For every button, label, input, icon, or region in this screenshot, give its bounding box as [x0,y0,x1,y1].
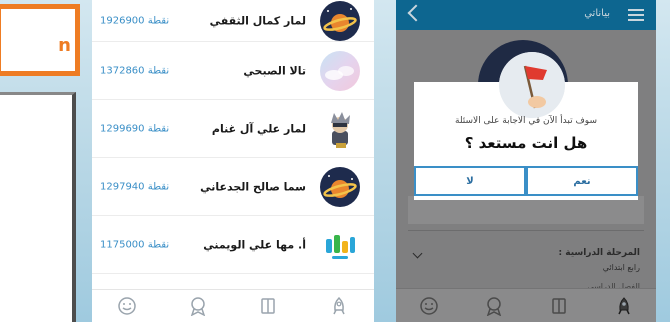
award-icon[interactable] [188,296,208,316]
player-score: نقطة 1175000 [100,239,170,250]
confirm-dialog: سوف تبدأ الآن في الاجابة على الاسئلة هل … [414,52,638,200]
leaderboard-row[interactable]: سما صالح الجدعاني نقطة 1297940 [92,158,374,216]
left-content-area [0,92,76,322]
dialog-question: هل انت مستعد ؟ [464,134,588,152]
player-score: نقطة 1297940 [100,181,170,192]
player-score: نقطة 1299690 [100,123,170,134]
no-button[interactable]: لا [414,166,526,196]
character-avatar [320,109,360,149]
grade-label: المرحلة الدراسية : [558,248,641,258]
bottom-nav [92,289,374,322]
menu-icon[interactable] [628,9,644,21]
leaderboard-screen: لمار كمال الثقفي نقطة 1926900 تالا الصبح… [92,0,374,322]
player-name: تالا الصبحي [243,64,306,77]
book-icon[interactable] [258,296,278,316]
planet-icon [320,166,360,207]
cloud-avatar [320,50,360,91]
player-score: نقطة 1372860 [100,65,170,76]
player-name: لمار كمال الثقفي [209,14,306,27]
player-name: أ. مها علي الويمني [203,238,306,251]
flag-icon [499,52,565,118]
info-card [408,196,644,224]
partial-label: n [58,35,71,56]
chevron-down-icon[interactable] [412,248,423,259]
orange-frame: n [0,4,80,76]
smile-icon[interactable] [419,296,439,316]
divider [408,230,644,231]
left-panel: n [0,0,92,322]
leaderboard-list: لمار كمال الثقفي نقطة 1926900 تالا الصبح… [92,0,374,274]
player-name: سما صالح الجدعاني [200,180,306,193]
rocket-icon[interactable] [614,296,634,316]
player-score: نقطة 1926900 [100,15,170,26]
dialog-message: سوف تبدأ الآن في الاجابة على الاسئلة [455,116,597,126]
leaderboard-row[interactable]: لمار علي آل غنام نقطة 1299690 [92,100,374,158]
top-bar: بياناتي [396,0,656,30]
smile-icon[interactable] [117,296,137,316]
logo-avatar [320,225,360,265]
grade-value: رابع ابتدائي [602,263,640,272]
back-arrow-icon[interactable] [407,4,425,22]
rocket-icon[interactable] [329,296,349,316]
page-title: بياناتي [584,8,610,19]
leaderboard-row[interactable]: تالا الصبحي نقطة 1372860 [92,42,374,100]
yes-button[interactable]: نعم [526,166,638,196]
leaderboard-row[interactable]: أ. مها علي الويمني نقطة 1175000 [92,216,374,274]
profile-screen: بياناتي المرحلة الدراسية : رابع ابتدائي … [396,0,656,322]
award-icon[interactable] [484,296,504,316]
book-icon[interactable] [549,296,569,316]
planet-icon [320,0,360,41]
leaderboard-row[interactable]: لمار كمال الثقفي نقطة 1926900 [92,0,374,42]
bottom-nav [396,288,656,322]
player-name: لمار علي آل غنام [211,122,306,135]
